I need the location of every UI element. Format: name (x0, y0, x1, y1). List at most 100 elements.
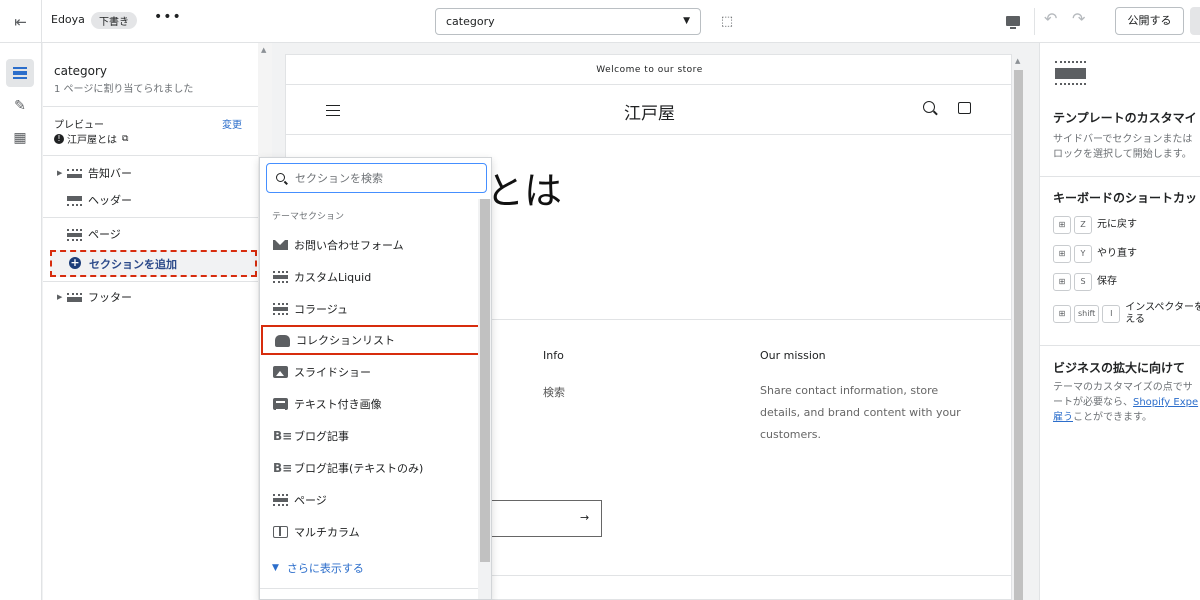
page-heading: とは (486, 169, 563, 213)
section-option-collage[interactable]: コラージュ (260, 294, 478, 324)
arrow-right-icon[interactable]: → (580, 511, 589, 524)
settings-panel: テンプレートのカスタマイ サイドバーでセクションまたは ロックを選択して開始しま… (1039, 43, 1200, 600)
save-button[interactable] (1190, 7, 1200, 35)
customize-template-title: テンプレートのカスタマイ (1053, 111, 1197, 125)
grow-business-title: ビジネスの拡大に向けて (1053, 361, 1186, 375)
divider (43, 217, 258, 218)
preview-page-name: 江戸屋とは (67, 135, 117, 146)
divider (43, 281, 258, 282)
key-z: Z (1074, 216, 1092, 234)
scrollbar-thumb[interactable] (1014, 70, 1023, 600)
expand-arrow-icon[interactable]: ▶ (57, 293, 62, 301)
change-preview-link[interactable]: 変更 (222, 116, 242, 131)
section-option-contact-form[interactable]: お問い合わせフォーム (260, 230, 478, 260)
search-icon[interactable] (923, 101, 935, 113)
publish-button[interactable]: 公開する (1115, 7, 1184, 35)
external-link-icon[interactable]: ⧉ (122, 134, 128, 144)
shortcut-redo: ⊞ Y やり直す (1053, 245, 1137, 263)
section-option-label: カスタムLiquid (294, 271, 372, 284)
grow-business-desc: ートが必要なら、Shopify Expe (1053, 395, 1198, 410)
section-option-blog-post-text-only[interactable]: B≡ ブログ記事(テキストのみ) (260, 453, 478, 483)
scroll-up-icon[interactable]: ▲ (1015, 57, 1020, 65)
add-section-label: セクションを追加 (89, 258, 177, 271)
key-s: S (1074, 273, 1092, 291)
section-option-blog-post[interactable]: B≡ ブログ記事 (260, 421, 478, 451)
show-more-button[interactable]: ▼ さらに表示する (272, 560, 364, 576)
hire-link[interactable]: 雇う (1053, 412, 1073, 423)
store-logo[interactable]: 江戸屋 (586, 99, 713, 124)
sidebar-item-footer[interactable]: ▶ フッター (43, 285, 258, 309)
template-select[interactable]: category ▼ (435, 8, 701, 35)
preview-page[interactable]: ! 江戸屋とは ⧉ (54, 131, 128, 146)
desktop-view-icon[interactable] (1002, 10, 1024, 32)
shopify-experts-link[interactable]: Shopify Expe (1133, 397, 1198, 408)
sidebar-item-announcement-bar[interactable]: ▶ 告知バー (43, 161, 258, 185)
shortcut-label-line: える (1125, 314, 1145, 325)
key-ctrl: ⊞ (1053, 305, 1071, 323)
section-option-image-with-text[interactable]: テキスト付き画像 (260, 389, 478, 419)
envelope-icon (273, 239, 288, 251)
section-icon (67, 168, 82, 179)
exit-icon[interactable]: ⇤ (0, 0, 42, 43)
store-name: Edoya (51, 13, 85, 26)
shortcut-label-line: インスペクターを (1125, 302, 1200, 313)
template-title: category (54, 64, 108, 78)
redo-icon[interactable]: ↷ (1072, 9, 1085, 28)
popover-scrollbar[interactable] (478, 199, 491, 599)
more-actions-button[interactable]: ••• (154, 9, 182, 25)
section-option-label: スライドショー (294, 366, 371, 379)
preview-scrollbar[interactable]: ▲ (1012, 54, 1026, 600)
sections-icon[interactable] (6, 59, 34, 87)
section-option-label: マルチカラム (294, 526, 360, 539)
apps-icon[interactable]: ▦ (6, 124, 34, 152)
section-option-slideshow[interactable]: スライドショー (260, 357, 478, 387)
section-option-label: コラージュ (294, 303, 349, 316)
section-search[interactable] (266, 163, 487, 193)
add-section-button[interactable]: + セクションを追加 (50, 250, 257, 277)
sidebar: category 1 ページに割り当てられました プレビュー 変更 ! 江戸屋と… (43, 43, 258, 600)
menu-icon[interactable] (326, 105, 340, 116)
section-option-custom-liquid[interactable]: カスタムLiquid (260, 262, 478, 292)
announcement-bar[interactable]: Welcome to our store (286, 55, 1011, 85)
chevron-down-icon: ▼ (272, 563, 279, 573)
sidebar-item-label: ページ (88, 228, 121, 241)
toolbar-divider (1034, 8, 1035, 35)
cart-icon[interactable] (958, 102, 971, 114)
shortcut-save: ⊞ S 保存 (1053, 273, 1117, 291)
divider (286, 134, 1011, 135)
document-icon (273, 398, 288, 411)
shortcut-label: やり直す (1097, 248, 1137, 259)
divider (1040, 345, 1200, 346)
section-option-page[interactable]: ページ (260, 485, 478, 515)
footer-search-link[interactable]: 検索 (543, 384, 565, 400)
key-shift: shift (1074, 305, 1100, 323)
key-i: I (1102, 305, 1121, 323)
sidebar-item-label: フッター (88, 291, 132, 304)
undo-icon[interactable]: ↶ (1044, 9, 1057, 28)
key-y: Y (1074, 245, 1092, 263)
section-search-input[interactable] (295, 170, 480, 187)
template-icon (1055, 61, 1086, 86)
show-more-label: さらに表示する (286, 562, 364, 575)
section-option-label: テキスト付き画像 (294, 398, 382, 411)
sidebar-item-label: ヘッダー (88, 194, 132, 207)
blog-icon: B≡ (273, 429, 293, 443)
scrollbar-thumb[interactable] (480, 199, 490, 562)
divider (1040, 176, 1200, 177)
sidebar-item-page[interactable]: ページ (43, 222, 258, 246)
section-option-multicolumn[interactable]: マルチカラム (260, 517, 478, 547)
grow-business-text: ートが必要なら、 (1053, 397, 1133, 408)
top-bar: ⇤ Edoya 下書き ••• category ▼ ⬚ ↶ ↷ 公開する (0, 0, 1200, 43)
icon-rail: ✎ ▦ (0, 43, 42, 600)
sidebar-item-header[interactable]: ヘッダー (43, 188, 258, 212)
footer-icon (67, 292, 82, 303)
inspector-icon[interactable]: ⬚ (716, 10, 738, 32)
expand-arrow-icon[interactable]: ▶ (57, 169, 62, 177)
scroll-up-icon[interactable]: ▲ (261, 46, 266, 54)
theme-settings-icon[interactable]: ✎ (6, 92, 34, 120)
section-icon (67, 228, 82, 241)
key-ctrl: ⊞ (1053, 216, 1071, 234)
add-section-popover: テーマセクション お問い合わせフォーム カスタムLiquid コラージュ コレク… (259, 157, 492, 600)
section-option-collection-list[interactable]: コレクションリスト (261, 325, 482, 355)
section-icon (273, 303, 288, 315)
